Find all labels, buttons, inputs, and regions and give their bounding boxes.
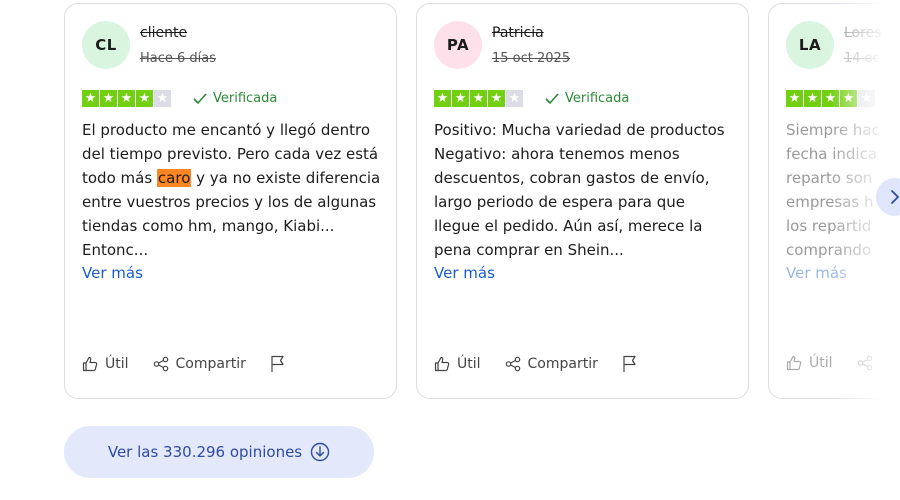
- star-icon: ★: [786, 90, 803, 107]
- share-button[interactable]: [857, 355, 880, 371]
- useful-button[interactable]: Útil: [786, 355, 833, 371]
- avatar: PA: [434, 21, 482, 69]
- thumbs-up-icon: [786, 355, 802, 371]
- share-label: Compartir: [527, 356, 598, 372]
- star-rating: ★ ★ ★ ★ ★: [82, 90, 172, 107]
- share-icon: [857, 355, 872, 371]
- review-date: 15 oct 2025: [492, 51, 571, 66]
- thumbs-up-icon: [434, 356, 450, 372]
- review-actions: Útil Compartir: [434, 355, 669, 373]
- reviews-carousel: CL cliente Hace 6 días ★ ★ ★ ★ ★ Verific…: [0, 0, 882, 410]
- star-icon: ★: [858, 90, 875, 107]
- review-date: Hace 6 días: [140, 51, 217, 66]
- share-icon: [505, 356, 520, 372]
- see-all-label: Ver las 330.296 opiniones: [107, 443, 303, 461]
- verified-label: Verificada: [213, 91, 278, 106]
- chevron-right-icon: [891, 190, 899, 204]
- star-icon: ★: [488, 90, 505, 107]
- star-rating: ★ ★ ★ ★ ★: [434, 90, 524, 107]
- share-button[interactable]: Compartir: [505, 356, 598, 372]
- useful-button[interactable]: Útil: [434, 356, 481, 372]
- useful-label: Útil: [457, 356, 481, 372]
- review-text: Positivo: Mucha variedad de productos Ne…: [434, 121, 725, 259]
- see-more-link[interactable]: Ver más: [786, 264, 847, 282]
- review-text: El producto me encantó y llegó dentro de…: [82, 118, 382, 262]
- star-icon: ★: [100, 90, 117, 107]
- check-icon: [545, 92, 559, 104]
- star-icon: ★: [82, 90, 99, 107]
- review-actions: Útil Compartir: [82, 355, 317, 373]
- see-more-link[interactable]: Ver más: [434, 264, 495, 282]
- review-text: Siempre hac fecha indica reparto son emp…: [786, 121, 880, 259]
- star-icon: ★: [470, 90, 487, 107]
- star-icon: ★: [506, 90, 523, 107]
- star-icon: ★: [154, 90, 171, 107]
- verified-label: Verificada: [565, 91, 630, 106]
- share-button[interactable]: Compartir: [153, 356, 246, 372]
- review-card: CL cliente Hace 6 días ★ ★ ★ ★ ★ Verific…: [64, 3, 397, 399]
- check-icon: [193, 92, 207, 104]
- avatar: LA: [786, 21, 834, 69]
- review-actions: Útil: [786, 355, 882, 371]
- flag-icon: [623, 355, 636, 372]
- see-all-reviews-button[interactable]: Ver las 330.296 opiniones: [64, 426, 374, 478]
- review-card: LA Lores 14 oc ★ ★ ★ ★ ★ Siempre hac fec…: [768, 3, 882, 399]
- star-icon: ★: [804, 90, 821, 107]
- flag-icon: [271, 355, 284, 372]
- star-rating: ★ ★ ★ ★ ★: [786, 90, 876, 107]
- review-card: PA Patricia 15 oct 2025 ★ ★ ★ ★ ★ Verifi…: [416, 3, 749, 399]
- useful-label: Útil: [105, 356, 129, 372]
- search-highlight: caro: [156, 169, 192, 187]
- share-label: Compartir: [175, 356, 246, 372]
- reviewer-name[interactable]: Lores: [844, 25, 881, 41]
- verified-badge: Verificada: [545, 91, 629, 106]
- review-date: 14 oc: [844, 51, 880, 66]
- verified-badge: Verificada: [193, 91, 277, 106]
- star-icon: ★: [118, 90, 135, 107]
- star-icon: ★: [136, 90, 153, 107]
- star-icon: ★: [434, 90, 451, 107]
- report-button[interactable]: [270, 355, 293, 373]
- star-icon: ★: [840, 90, 857, 107]
- avatar: CL: [82, 21, 130, 69]
- reviewer-name[interactable]: Patricia: [492, 25, 544, 41]
- star-icon: ★: [822, 90, 839, 107]
- thumbs-up-icon: [82, 356, 98, 372]
- see-more-link[interactable]: Ver más: [82, 264, 143, 282]
- star-icon: ★: [452, 90, 469, 107]
- reviewer-name[interactable]: cliente: [140, 25, 187, 41]
- useful-button[interactable]: Útil: [82, 356, 129, 372]
- arrow-down-circle-icon: [310, 442, 330, 462]
- useful-label: Útil: [809, 355, 833, 371]
- report-button[interactable]: [622, 355, 645, 373]
- share-icon: [153, 356, 168, 372]
